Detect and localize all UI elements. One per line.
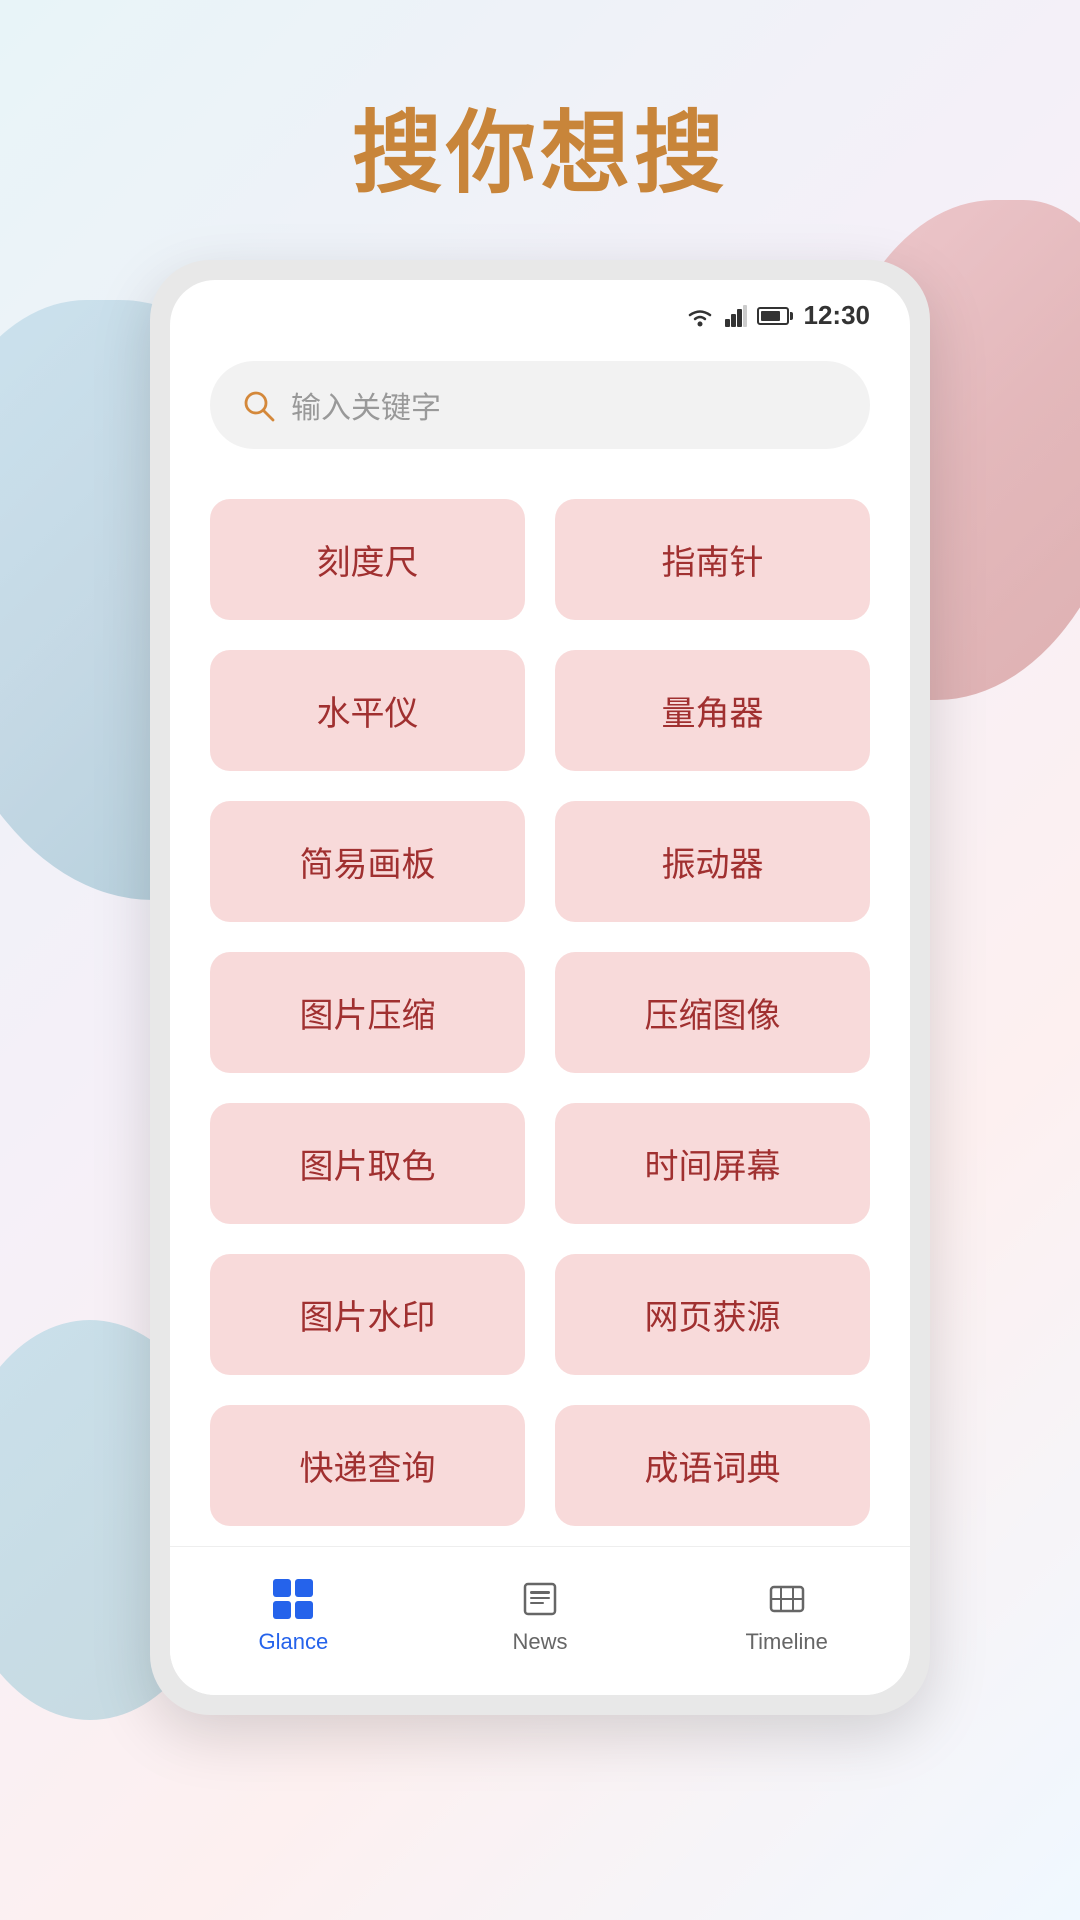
- search-container: 输入关键字: [170, 341, 910, 479]
- tools-grid: 刻度尺 指南针水平仪 量角器简易画板 振动器图片压缩 压缩图像图片取色 时间屏幕图片水印 网…: [170, 479, 910, 1546]
- tool-button-time-screen[interactable]: 时间屏幕: [555, 1103, 870, 1224]
- nav-item-news[interactable]: News: [417, 1567, 664, 1665]
- tool-label-level: 水平仪: [317, 695, 419, 733]
- nav-label-glance: Glance: [258, 1629, 328, 1655]
- tool-button-idiom[interactable]: 成语词典: [555, 1405, 870, 1526]
- phone-screen: 12:30 输入关键字 刻度尺 指南针水平仪 量角器简易画板 振动器图片压缩 压缩图像图…: [170, 280, 910, 1695]
- tool-button-compass[interactable]: 指南针: [555, 499, 870, 620]
- tool-button-web-source[interactable]: 网页获源: [555, 1254, 870, 1375]
- nav-label-timeline: Timeline: [746, 1629, 828, 1655]
- news-icon: [518, 1577, 562, 1621]
- tool-button-img-compress[interactable]: 图片压缩: [210, 952, 525, 1073]
- tool-button-protractor[interactable]: 量角器: [555, 650, 870, 771]
- timeline-icon: [765, 1577, 809, 1621]
- tool-label-idiom: 成语词典: [645, 1450, 781, 1488]
- tool-button-vibrator[interactable]: 振动器: [555, 801, 870, 922]
- nav-item-glance[interactable]: Glance: [170, 1567, 417, 1665]
- tool-label-vibrator: 振动器: [662, 846, 764, 884]
- tool-label-ruler: 刻度尺: [317, 544, 419, 582]
- tool-label-color-picker: 图片取色: [300, 1148, 436, 1186]
- search-icon: [240, 387, 276, 423]
- tool-button-img-compress2[interactable]: 压缩图像: [555, 952, 870, 1073]
- tool-label-time-screen: 时间屏幕: [645, 1148, 781, 1186]
- bottom-nav: Glance News: [170, 1546, 910, 1695]
- tool-label-img-compress: 图片压缩: [300, 997, 436, 1035]
- status-icons: [685, 305, 789, 327]
- tool-button-watermark[interactable]: 图片水印: [210, 1254, 525, 1375]
- page-title: 搜你想搜: [0, 80, 1080, 210]
- nav-item-timeline[interactable]: Timeline: [663, 1567, 910, 1665]
- tool-button-ruler[interactable]: 刻度尺: [210, 499, 525, 620]
- tool-label-sketchpad: 简易画板: [300, 846, 436, 884]
- tool-button-level[interactable]: 水平仪: [210, 650, 525, 771]
- tool-button-express[interactable]: 快递查询: [210, 1405, 525, 1526]
- tool-label-img-compress2: 压缩图像: [645, 997, 781, 1035]
- tool-label-express: 快递查询: [300, 1450, 436, 1488]
- battery-icon: [757, 307, 789, 325]
- wifi-icon: [685, 305, 715, 327]
- tool-button-color-picker[interactable]: 图片取色: [210, 1103, 525, 1224]
- glance-icon: [271, 1577, 315, 1621]
- status-time: 12:30: [804, 300, 871, 331]
- search-placeholder[interactable]: 输入关键字: [291, 383, 441, 427]
- page-header: 搜你想搜: [0, 0, 1080, 260]
- tool-label-watermark: 图片水印: [300, 1299, 436, 1337]
- signal-icon: [725, 305, 747, 327]
- status-bar: 12:30: [170, 280, 910, 341]
- tool-button-sketchpad[interactable]: 简易画板: [210, 801, 525, 922]
- nav-label-news: News: [513, 1629, 568, 1655]
- tool-label-compass: 指南针: [662, 544, 764, 582]
- tool-label-protractor: 量角器: [662, 695, 764, 733]
- tool-label-web-source: 网页获源: [645, 1299, 781, 1337]
- search-bar[interactable]: 输入关键字: [210, 361, 870, 449]
- phone-mockup: 12:30 输入关键字 刻度尺 指南针水平仪 量角器简易画板 振动器图片压缩 压缩图像图…: [150, 260, 930, 1715]
